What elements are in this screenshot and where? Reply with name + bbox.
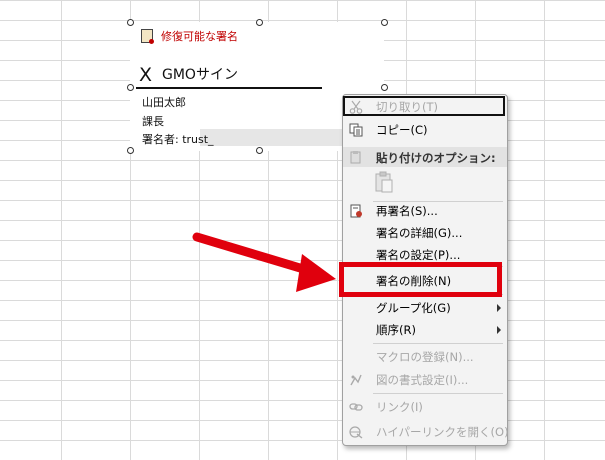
annotation-arrow [192,232,336,292]
